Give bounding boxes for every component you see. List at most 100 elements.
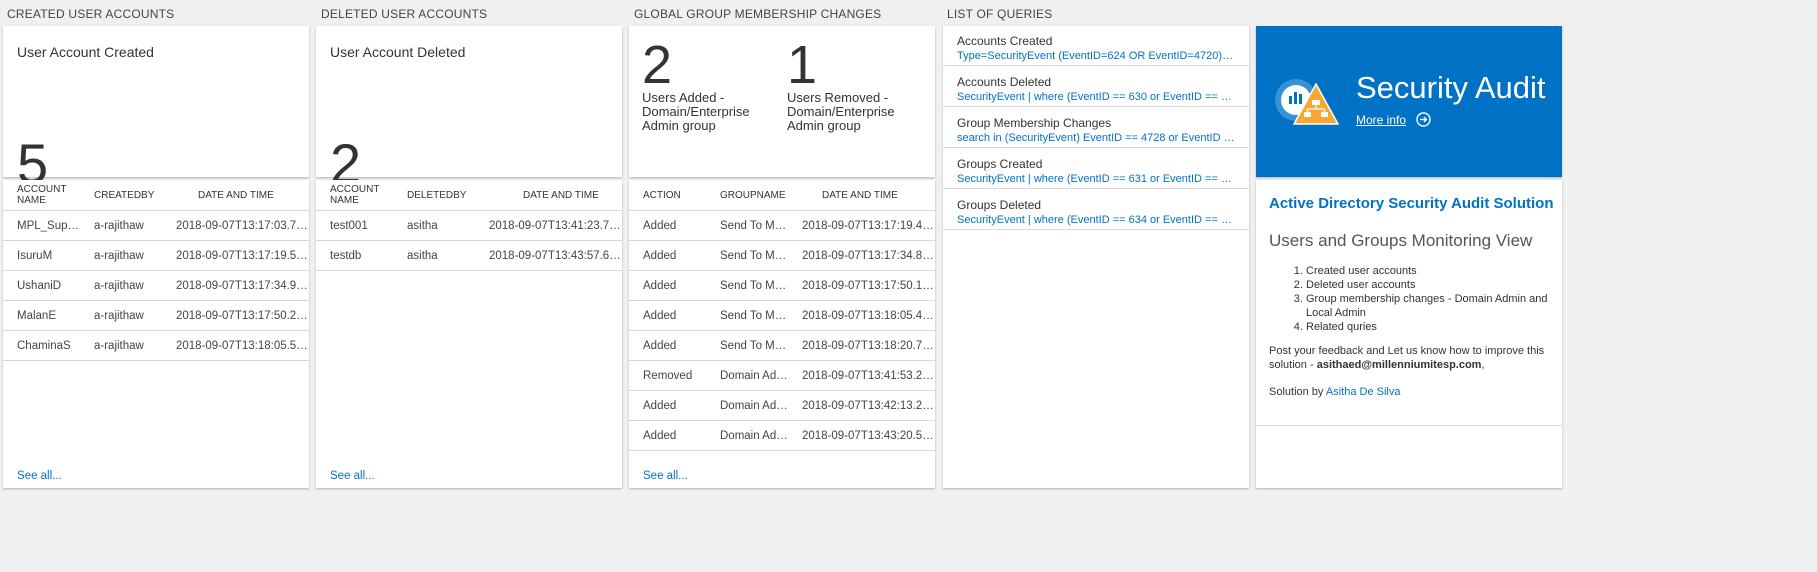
date-time-cell: 2018-09-07T13:18:20.763Z xyxy=(788,330,935,361)
table-row[interactable]: AddedSend To Mail ...2018-09-07T13:18:05… xyxy=(629,300,935,331)
list-item: Related quries xyxy=(1306,320,1576,334)
query-item[interactable]: Accounts Created Type=SecurityEvent (Eve… xyxy=(943,26,1249,66)
action-cell: Added xyxy=(629,330,706,361)
action-cell: Added xyxy=(629,270,706,301)
author-link[interactable]: Asitha De Silva xyxy=(1326,386,1401,398)
table-row[interactable]: AddedSend To Mail ...2018-09-07T13:17:34… xyxy=(629,240,935,271)
divider xyxy=(1256,425,1562,426)
date-time-cell: 2018-09-07T13:18:05.48Z xyxy=(788,300,935,331)
table-row[interactable]: UshaniD a-rajithaw 2018-09-07T13:17:34.927… xyxy=(3,270,309,301)
see-all-link[interactable]: See all... xyxy=(330,470,375,482)
group-name-cell: Send To Mail ... xyxy=(706,330,788,361)
query-item[interactable]: Accounts Deleted SecurityEvent | where (… xyxy=(943,67,1249,107)
table-row[interactable]: IsuruM a-rajithaw 2018-09-07T13:17:19.58Z xyxy=(3,240,309,271)
table-row[interactable]: AddedSend To Mail ...2018-09-07T13:18:20… xyxy=(629,330,935,361)
query-name: Group Membership Changes xyxy=(957,116,1112,130)
section-title-group-changes: GLOBAL GROUP MEMBERSHIP CHANGES xyxy=(634,7,882,21)
table-row[interactable]: RemovedDomain Admins2018-09-07T13:41:53.… xyxy=(629,360,935,391)
query-text[interactable]: Type=SecurityEvent (EventID=624 OR Event… xyxy=(957,50,1235,62)
arrow-circle-right-icon xyxy=(1416,112,1431,127)
users-removed-count: 1 xyxy=(787,35,818,95)
solution-title: Active Directory Security Audit Solution xyxy=(1269,195,1554,212)
column-header[interactable]: CREATEDBY xyxy=(80,180,162,211)
column-header[interactable]: GROUPNAME xyxy=(706,180,788,211)
group-changes-list: ACTION GROUPNAME DATE AND TIME Added Send… xyxy=(629,180,935,488)
more-info-link[interactable]: More info xyxy=(1356,112,1431,127)
date-time-cell: 2018-09-07T13:41:53.267Z xyxy=(788,360,935,391)
date-time-cell: 2018-09-07T13:41:23.767Z xyxy=(475,210,622,241)
query-name: Groups Created xyxy=(957,157,1043,171)
date-time-cell: 2018-09-07T13:42:13.293Z xyxy=(788,390,935,421)
query-name: Accounts Deleted xyxy=(957,75,1052,89)
account-name-cell: UshaniD xyxy=(3,270,80,301)
query-text[interactable]: SecurityEvent | where (EventID == 631 or… xyxy=(957,173,1235,185)
solution-info-panel: Active Directory Security Audit Solution… xyxy=(1256,180,1562,488)
deleted-tile-title: User Account Deleted xyxy=(330,44,466,60)
date-time-cell: 2018-09-07T13:17:03.77Z xyxy=(162,210,309,241)
column-header[interactable]: DATE AND TIME xyxy=(788,180,935,211)
see-all-link[interactable]: See all... xyxy=(643,470,688,482)
action-cell: Added xyxy=(629,420,706,451)
column-header[interactable]: ACTION xyxy=(629,180,706,211)
more-info-label: More info xyxy=(1356,112,1407,127)
query-item[interactable]: Group Membership Changes search in (Secu… xyxy=(943,108,1249,148)
table-row[interactable]: MalanE a-rajithaw 2018-09-07T13:17:50.267Z xyxy=(3,300,309,331)
table-row[interactable]: AddedDomain Admins2018-09-07T13:43:20.57… xyxy=(629,420,935,451)
action-cell: Added xyxy=(629,240,706,271)
created-by-cell: a-rajithaw xyxy=(80,300,162,331)
security-audit-logo-icon xyxy=(1275,79,1340,125)
table-row[interactable]: testdb asitha 2018-09-07T13:43:57.667Z xyxy=(316,240,622,271)
group-name-cell: Domain Admins xyxy=(706,360,788,391)
column-header[interactable]: DATE AND TIME xyxy=(162,180,309,211)
account-name-cell: testdb xyxy=(316,240,393,271)
users-added-label: Users Added - Domain/Enterprise Admin gr… xyxy=(642,90,750,133)
deleted-by-cell: asitha xyxy=(393,210,475,241)
table-row[interactable]: AddedSend To Mail ...2018-09-07T13:17:19… xyxy=(629,210,935,241)
column-header[interactable]: ACCOUNT NAME xyxy=(316,180,393,211)
table-row[interactable]: test001 asitha 2018-09-07T13:41:23.767Z xyxy=(316,210,622,241)
table-row[interactable]: ChaminaS a-rajithaw 2018-09-07T13:18:05.56… xyxy=(3,330,309,361)
account-name-cell: MPL_SupunA xyxy=(3,210,80,241)
query-item[interactable]: Groups Deleted SecurityEvent | where (Ev… xyxy=(943,190,1249,230)
users-removed-label: Users Removed - Domain/Enterprise Admin … xyxy=(787,90,895,133)
column-header[interactable]: DATE AND TIME xyxy=(475,180,622,211)
account-name-cell: ChaminaS xyxy=(3,330,80,361)
created-by-cell: a-rajithaw xyxy=(80,210,162,241)
section-title-deleted: DELETED USER ACCOUNTS xyxy=(321,7,488,21)
query-item[interactable]: Groups Created SecurityEvent | where (Ev… xyxy=(943,149,1249,189)
created-by-cell: a-rajithaw xyxy=(80,330,162,361)
users-removed-block: 1 Users Removed - Domain/Enterprise Admi… xyxy=(787,38,917,133)
group-name-cell: Domain Admins xyxy=(706,420,788,451)
created-accounts-tile[interactable]: User Account Created 5 xyxy=(3,26,309,192)
account-name-cell: IsuruM xyxy=(3,240,80,271)
feedback-text: Post your feedback and Let us know how t… xyxy=(1269,344,1549,372)
account-name-cell: MalanE xyxy=(3,300,80,331)
deleted-accounts-tile[interactable]: User Account Deleted 2 xyxy=(316,26,622,192)
query-text[interactable]: SecurityEvent | where (EventID == 630 or… xyxy=(957,91,1235,103)
created-accounts-table: ACCOUNT NAME CREATEDBY DATE AND TIME MPL… xyxy=(3,180,309,361)
see-all-link[interactable]: See all... xyxy=(17,470,62,482)
query-text[interactable]: search in (SecurityEvent) EventID == 472… xyxy=(957,132,1235,144)
date-time-cell: 2018-09-07T13:43:57.667Z xyxy=(475,240,622,271)
feature-list: Created user accounts Deleted user accou… xyxy=(1270,264,1576,334)
date-time-cell: 2018-09-07T13:17:19.49Z xyxy=(788,210,935,241)
group-changes-table: ACTION GROUPNAME DATE AND TIME Added Send… xyxy=(629,180,935,451)
table-row[interactable]: MPL_SupunAa-rajithaw2018-09-07T13:17:03.… xyxy=(3,210,309,241)
account-name-cell: test001 xyxy=(316,210,393,241)
column-header[interactable]: ACCOUNT NAME xyxy=(3,180,80,211)
users-added-block: 2 Users Added - Domain/Enterprise Admin … xyxy=(642,38,772,133)
group-changes-tile[interactable]: 2 Users Added - Domain/Enterprise Admin … xyxy=(629,26,935,177)
query-text[interactable]: SecurityEvent | where (EventID == 634 or… xyxy=(957,214,1235,226)
feedback-email: asithaed@millenniumitesp.com xyxy=(1316,359,1482,371)
query-name: Accounts Created xyxy=(957,34,1053,48)
table-row[interactable]: AddedSend To Mail ...2018-09-07T13:17:50… xyxy=(629,270,935,301)
banner-title: Security Audit xyxy=(1356,70,1546,105)
group-name-cell: Send To Mail ... xyxy=(706,210,788,241)
security-audit-banner[interactable]: Security Audit More info xyxy=(1256,26,1562,177)
column-header[interactable]: DELETEDBY xyxy=(393,180,475,211)
date-time-cell: 2018-09-07T13:17:50.267Z xyxy=(162,300,309,331)
created-by-cell: a-rajithaw xyxy=(80,240,162,271)
action-cell: Removed xyxy=(629,360,706,391)
date-time-cell: 2018-09-07T13:18:05.567Z xyxy=(162,330,309,361)
table-row[interactable]: AddedDomain Admins2018-09-07T13:42:13.29… xyxy=(629,390,935,421)
